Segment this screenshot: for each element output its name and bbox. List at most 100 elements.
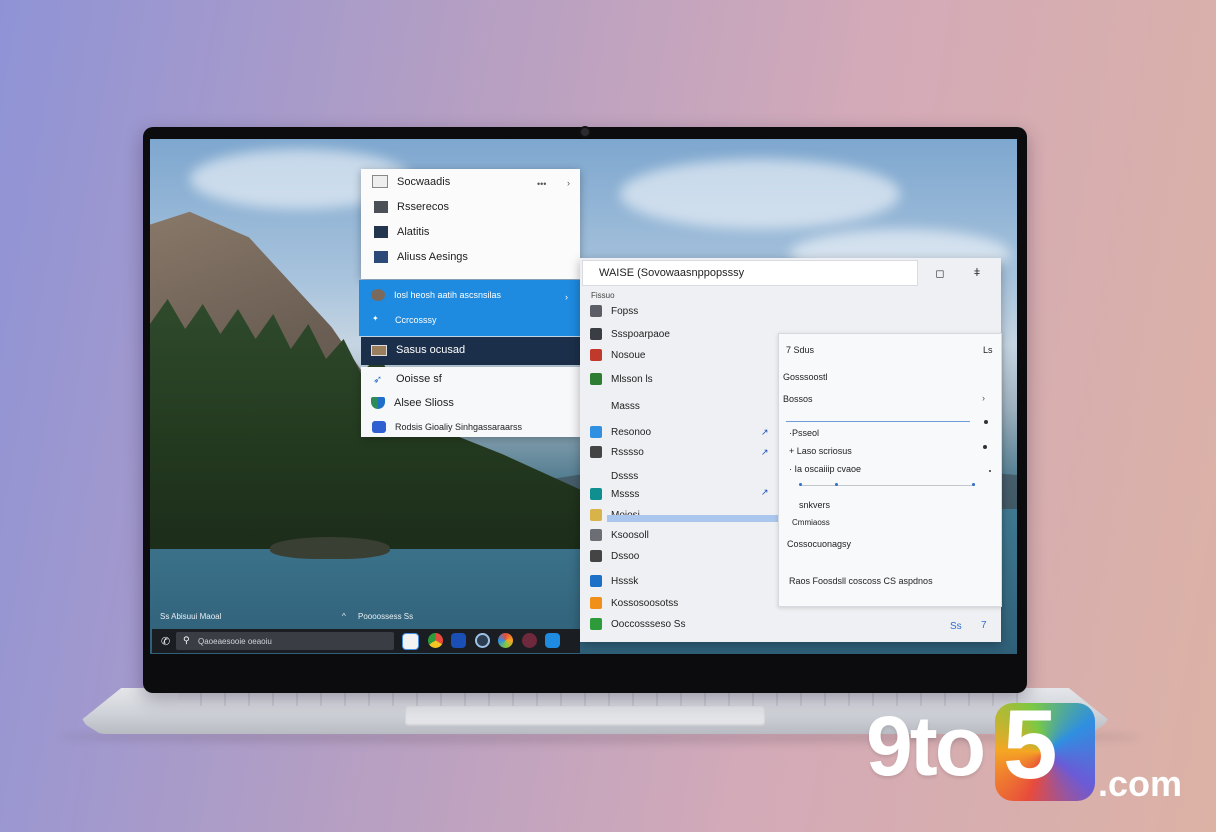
color-icon[interactable] xyxy=(498,633,513,648)
bar-icon xyxy=(590,597,602,609)
menu-highlight-item-1[interactable]: ✦ Ccrcosssy xyxy=(372,314,437,326)
store-icon[interactable] xyxy=(451,633,466,648)
detail-row-5[interactable]: snkvers xyxy=(799,500,830,510)
edge-icon xyxy=(372,421,386,433)
nav-item-label: Hsssk xyxy=(611,575,639,587)
nav-item[interactable]: Mssss xyxy=(590,488,639,500)
restore-button[interactable]: ◻ xyxy=(929,262,951,284)
monitor-icon xyxy=(590,328,602,340)
nav-item[interactable]: Fopss xyxy=(590,305,638,317)
nav-item[interactable]: Dssss xyxy=(590,470,638,482)
pin-icon: ǂ xyxy=(973,267,981,279)
shield-icon xyxy=(371,397,385,409)
weather-widget[interactable]: Ss Abisuui Maoal xyxy=(160,612,221,621)
nav-item-label: Nosoue xyxy=(611,349,646,361)
menu-dark-item[interactable]: Sasus ocusad xyxy=(371,344,465,356)
watermark-dotcom: .com xyxy=(1098,763,1183,804)
nav-item[interactable]: Ooccossseso Ss xyxy=(590,618,685,630)
menu-item-0[interactable]: Socwaadis xyxy=(372,175,450,188)
globe-icon xyxy=(590,488,602,500)
menu-item-2[interactable]: Alatitis xyxy=(374,226,429,238)
mail-icon[interactable] xyxy=(545,633,560,648)
menu-bottom-item-2[interactable]: Rodsis Gioaliy Sinhgassaraarss xyxy=(372,421,522,433)
sparkle-icon: ✦ xyxy=(372,314,379,323)
toggle-dot[interactable] xyxy=(989,470,991,472)
nav-item[interactable]: Ksoosoll xyxy=(590,529,649,541)
nav-item-label: Fopss xyxy=(611,305,639,317)
nav-item-label: Rsssso xyxy=(611,446,644,458)
gear-icon xyxy=(590,529,602,541)
menu-item-1[interactable]: Rsserecos xyxy=(374,201,449,213)
phone-icon[interactable]: ✆ xyxy=(161,635,170,648)
slider-thumb[interactable] xyxy=(972,483,975,486)
more-icon[interactable]: ••• xyxy=(537,179,546,189)
chevron-right-icon[interactable]: › xyxy=(567,178,570,188)
nav-item-label: Dssoo xyxy=(611,550,640,562)
nav-item[interactable]: Kossosoosotss xyxy=(590,597,678,609)
watermark-five: 5 xyxy=(1003,689,1058,799)
menu-bottom-item-1[interactable]: Alsee Slioss xyxy=(371,397,454,409)
slider-thumb[interactable] xyxy=(799,483,802,486)
nav-item-label: Ooccossseso Ss xyxy=(611,618,686,630)
detail-row-6[interactable]: Cmmiaoss xyxy=(792,518,830,527)
menu-item-label: Iosl heosh aatih ascsnsilas xyxy=(394,290,502,300)
nav-item-label: Ssspoarpaoe xyxy=(611,328,670,340)
image-icon xyxy=(374,201,388,213)
trackpad xyxy=(405,706,765,726)
detail-divider xyxy=(786,421,970,422)
pin-button[interactable]: ǂ xyxy=(966,262,988,284)
nav-item[interactable]: Ssspoarpaoe xyxy=(590,328,670,340)
feather-icon: ➶ xyxy=(373,374,383,386)
photo-icon xyxy=(374,251,388,263)
slider-track[interactable] xyxy=(800,485,975,486)
menu-highlight-item-0[interactable]: Iosl heosh aatih ascsnsilas xyxy=(371,289,501,301)
menu-item-label: Rodsis Gioaliy Sinhgassaraarss xyxy=(395,422,523,432)
blank-icon xyxy=(590,470,602,482)
menu-item-label: Alatitis xyxy=(397,226,430,238)
window-title-bar: WAISE (Sovowaasnppopsssy xyxy=(582,260,918,286)
detail-row-8[interactable]: Raos Foosdsll coscoss CS aspdnos xyxy=(789,576,933,586)
toggle-dot[interactable] xyxy=(983,445,987,449)
chevron-right-icon[interactable]: › xyxy=(982,393,985,403)
taskbar-search[interactable]: ⚲ Qaoeaesooie oeaoiu xyxy=(176,632,394,650)
detail-row-2[interactable]: ·Psseol xyxy=(789,428,819,438)
link-icon[interactable]: ↗ xyxy=(761,427,769,438)
menu-bottom-item-0[interactable]: ➶ Ooisse sf xyxy=(373,373,442,386)
menu-item-label: Sasus ocusad xyxy=(396,344,466,356)
detail-header-right[interactable]: Ls xyxy=(983,345,993,355)
nav-item[interactable]: Hsssk xyxy=(590,575,638,587)
restore-icon: ◻ xyxy=(935,267,945,280)
toggle-dot[interactable] xyxy=(984,420,988,424)
nav-item[interactable]: Nosoue xyxy=(590,349,645,361)
detail-row-0[interactable]: Gosssoostl xyxy=(783,372,828,382)
footer-edit-icon[interactable]: 7 xyxy=(981,620,987,631)
chevron-right-icon[interactable]: › xyxy=(565,292,568,302)
nav-item-label: Mlsson ls xyxy=(611,373,653,385)
nav-item[interactable]: Dssoo xyxy=(590,550,639,562)
shield-icon xyxy=(590,575,602,587)
nav-item[interactable]: Resonoo xyxy=(590,426,651,438)
edge-icon[interactable] xyxy=(522,633,537,648)
files-icon[interactable] xyxy=(402,633,419,650)
link-icon[interactable]: ↗ xyxy=(761,487,769,498)
search-icon: ⚲ xyxy=(183,635,190,645)
nav-item[interactable]: Mlsson ls xyxy=(590,373,653,385)
slider-thumb[interactable] xyxy=(835,483,838,486)
detail-row-4[interactable]: · Ia oscaiiip cvaoe xyxy=(789,464,861,474)
link-icon[interactable]: ↗ xyxy=(761,447,769,458)
detail-row-7[interactable]: Cossocuonagsy xyxy=(787,539,851,549)
menu-item-label: Ooisse sf xyxy=(396,373,442,385)
detail-row-3[interactable]: + Laso scriosus xyxy=(789,446,852,456)
chrome-icon[interactable] xyxy=(428,633,443,648)
app-icon[interactable] xyxy=(475,633,490,648)
tray-chevron-icon[interactable]: ^ xyxy=(342,612,346,621)
nav-item[interactable]: Rsssso xyxy=(590,446,644,458)
circle-icon xyxy=(590,509,602,521)
avatar-icon xyxy=(371,289,385,301)
menu-item-label: Aliuss Aesings xyxy=(397,251,468,263)
menu-item-3[interactable]: Aliuss Aesings xyxy=(374,251,468,263)
nav-item[interactable]: Masss xyxy=(590,400,640,412)
detail-row-1[interactable]: Bossos xyxy=(783,394,813,404)
watermark-five-logo: 5 xyxy=(995,695,1095,801)
tray-text: Poooossess Ss xyxy=(358,612,414,621)
